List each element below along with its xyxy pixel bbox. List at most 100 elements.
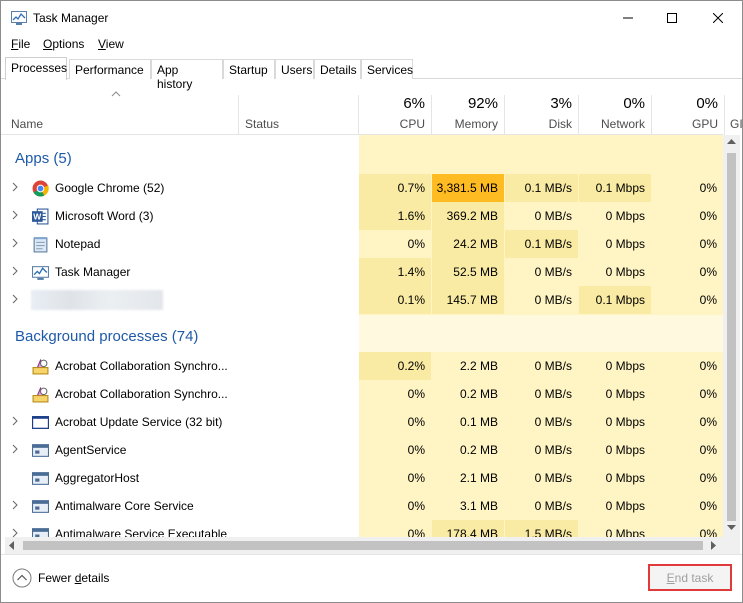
tab-services[interactable]: Services (361, 59, 413, 79)
tab-startup[interactable]: Startup (223, 59, 275, 79)
scroll-up-icon[interactable] (727, 139, 736, 145)
memory-cell: 0.1 MB (432, 408, 504, 436)
column-gpu-engine[interactable]: GI (725, 79, 742, 135)
memory-value: 3,381.5 MB (436, 181, 498, 195)
process-row[interactable]: Google Chrome (52) 0.7% 3,381.5 MB 0.1 M… (1, 174, 723, 202)
cpu-cell: 0% (359, 380, 431, 408)
chevron-right-icon[interactable] (12, 238, 18, 248)
memory-value: 2.2 MB (459, 359, 498, 373)
process-row[interactable]: Task Manager 1.4% 52.5 MB 0 MB/s 0 Mbps … (1, 258, 723, 286)
vertical-scroll-thumb[interactable] (727, 153, 736, 521)
memory-value: 369.2 MB (446, 209, 498, 223)
process-row[interactable]: Notepad 0% 24.2 MB 0.1 MB/s 0 Mbps 0% (1, 230, 723, 258)
menu-file[interactable]: File (11, 37, 30, 51)
disk-cell: 0 MB/s (505, 436, 578, 464)
menu-options[interactable]: Options (43, 37, 84, 51)
title-bar[interactable]: Task Manager (1, 1, 742, 35)
network-cell: 0.1 Mbps (579, 286, 651, 314)
group-title: Apps (5) (15, 150, 72, 167)
disk-value: 0 MB/s (534, 443, 572, 457)
gpu-value: 0% (699, 209, 717, 223)
service-window-icon (32, 416, 49, 429)
tab-users[interactable]: Users (275, 59, 314, 79)
process-row[interactable]: W Microsoft Word (3) 1.6% 369.2 MB 0 MB/… (1, 202, 723, 230)
group-heat-strip (359, 315, 723, 353)
memory-cell: 369.2 MB (432, 202, 504, 230)
column-cpu-label: CPU (399, 117, 425, 131)
memory-cell: 24.2 MB (432, 230, 504, 258)
scroll-right-icon[interactable] (711, 541, 717, 550)
chevron-right-icon[interactable] (12, 266, 18, 276)
end-task-button[interactable]: End task (648, 564, 732, 591)
gpu-cell: 0% (652, 202, 723, 230)
group-header-apps[interactable]: Apps (5) (1, 143, 723, 171)
chevron-right-icon[interactable] (12, 528, 18, 537)
process-name: Task Manager (55, 265, 131, 279)
chevron-right-icon[interactable] (12, 416, 18, 426)
column-network[interactable]: 0% Network (579, 79, 651, 135)
tab-details[interactable]: Details (314, 59, 361, 79)
process-row[interactable]: Acrobat Collaboration Synchro... 0% 0.2 … (1, 380, 723, 408)
network-cell: 0.1 Mbps (579, 174, 651, 202)
gpu-value: 0% (699, 443, 717, 457)
chevron-right-icon[interactable] (12, 500, 18, 510)
disk-cell: 0 MB/s (505, 258, 578, 286)
disk-value: 0 MB/s (534, 387, 572, 401)
process-row[interactable]: AggregatorHost 0% 2.1 MB 0 MB/s 0 Mbps 0… (1, 464, 723, 492)
cpu-value: 0% (407, 443, 425, 457)
fewer-details-link[interactable]: Fewer details (38, 571, 109, 585)
process-row[interactable]: AgentService 0% 0.2 MB 0 MB/s 0 Mbps 0% (1, 436, 723, 464)
svg-text:W: W (33, 212, 42, 222)
chevron-up-circle-icon[interactable] (12, 568, 32, 588)
tab-performance[interactable]: Performance (69, 59, 151, 79)
chevron-right-icon[interactable] (12, 210, 18, 220)
minimize-button[interactable] (605, 1, 651, 35)
maximize-button[interactable] (649, 1, 695, 35)
column-network-label: Network (600, 117, 645, 131)
tab-processes[interactable]: Processes (5, 57, 67, 80)
column-gpu[interactable]: 0% GPU (652, 79, 724, 135)
fewer-details-text: Fewer (38, 571, 75, 585)
network-cell: 0 Mbps (579, 492, 651, 520)
chevron-right-icon[interactable] (12, 294, 18, 304)
gpu-cell: 0% (652, 520, 723, 537)
network-value: 0 Mbps (605, 265, 645, 279)
cpu-cell: 0% (359, 492, 431, 520)
column-disk[interactable]: 3% Disk (505, 79, 578, 135)
close-button[interactable] (695, 1, 741, 35)
column-name[interactable]: Name (1, 79, 238, 135)
column-status[interactable]: Status (239, 79, 358, 135)
menu-view[interactable]: View (98, 37, 124, 51)
memory-cell: 2.2 MB (432, 352, 504, 380)
tab-app-history[interactable]: App history (151, 59, 223, 91)
column-gpu-label: GPU (691, 117, 718, 131)
cpu-cell: 0.7% (359, 174, 431, 202)
cpu-cell: 0% (359, 436, 431, 464)
column-cpu[interactable]: 6% CPU (359, 79, 431, 135)
process-row[interactable]: Antimalware Service Executable 0% 178.4 … (1, 520, 723, 537)
disk-cell: 0 MB/s (505, 408, 578, 436)
cpu-value: 0.1% (397, 293, 425, 307)
menu-view-label: iew (105, 37, 124, 51)
scroll-down-icon[interactable] (727, 525, 736, 531)
process-name: AggregatorHost (55, 471, 140, 485)
scroll-left-icon[interactable] (9, 541, 15, 550)
group-header-background[interactable]: Background processes (74) (1, 315, 723, 353)
process-row[interactable]: 0.1% 145.7 MB 0 MB/s 0.1 Mbps 0% (1, 286, 723, 314)
disk-value: 0 MB/s (534, 209, 572, 223)
memory-value: 145.7 MB (446, 293, 498, 307)
cpu-value: 0% (407, 499, 425, 513)
chevron-right-icon[interactable] (12, 444, 18, 454)
horizontal-scroll-thumb[interactable] (23, 541, 703, 550)
column-memory[interactable]: 92% Memory (432, 79, 504, 135)
service-window-icon (32, 444, 49, 457)
task-manager-window: Task Manager File Options View Processes… (0, 0, 743, 603)
notepad-icon (33, 237, 48, 253)
chevron-right-icon[interactable] (12, 182, 18, 192)
memory-value: 52.5 MB (453, 265, 498, 279)
process-row[interactable]: Acrobat Collaboration Synchro... 0.2% 2.… (1, 352, 723, 380)
process-row[interactable]: Antimalware Core Service 0% 3.1 MB 0 MB/… (1, 492, 723, 520)
cpu-cell: 0% (359, 520, 431, 537)
process-row[interactable]: Acrobat Update Service (32 bit) 0% 0.1 M… (1, 408, 723, 436)
disk-cell: 0 MB/s (505, 380, 578, 408)
